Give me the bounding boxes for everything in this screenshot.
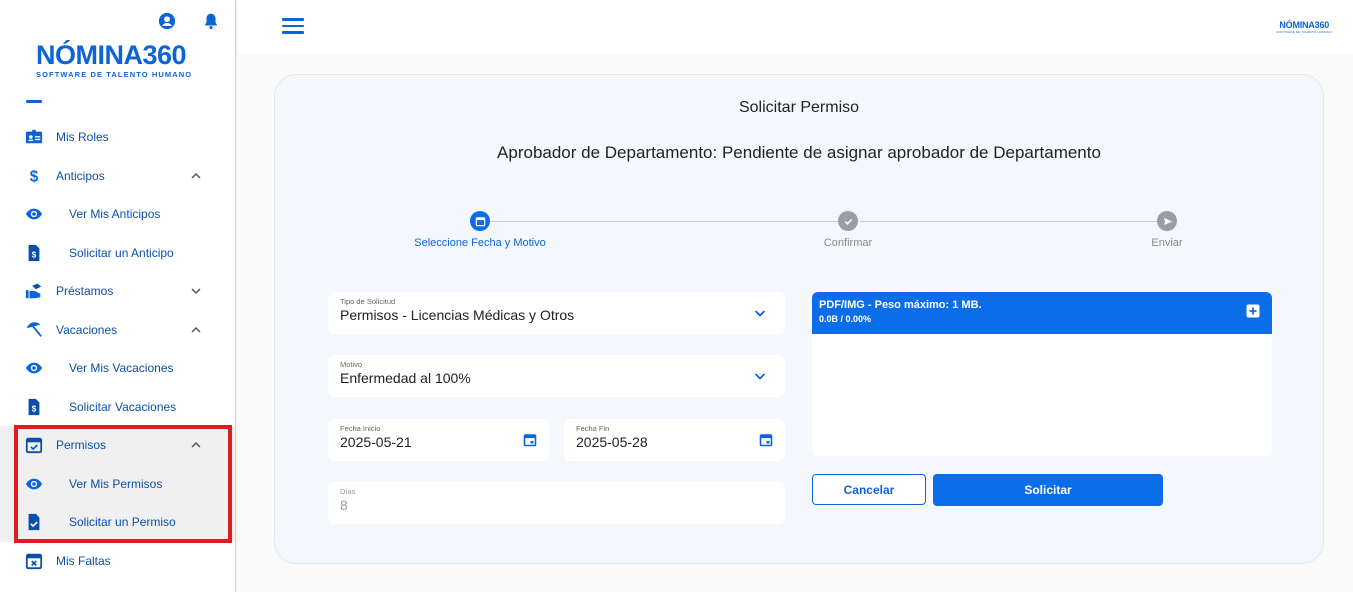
eye-icon bbox=[25, 359, 43, 377]
motivo-label: Motivo bbox=[340, 360, 363, 369]
step-1-calendar-icon[interactable] bbox=[470, 211, 490, 231]
sidebar-item-label: Ver Mis Anticipos bbox=[69, 207, 161, 222]
step-connector bbox=[860, 221, 1160, 222]
motivo-select[interactable]: Motivo Enfermedad al 100% bbox=[328, 355, 785, 397]
svg-text:$: $ bbox=[30, 168, 39, 185]
eye-icon bbox=[25, 475, 43, 493]
sidebar-item-mis-roles[interactable]: Mis Roles bbox=[0, 118, 235, 157]
fecha-fin-field[interactable]: Fecha Fin 2025-05-28 bbox=[564, 419, 785, 461]
logo-main-text: NÓMINA360 bbox=[36, 40, 187, 70]
brand-logo: NÓMINA360 SOFTWARE DE TALENTO HUMANO bbox=[36, 40, 196, 80]
fecha-inicio-value: 2025-05-21 bbox=[340, 434, 412, 450]
sidebar-top-icons bbox=[158, 12, 220, 30]
sidebar-item-label: Mis Roles bbox=[56, 130, 109, 145]
app: NÓMINA360 SOFTWARE DE TALENTO HUMANO Mis… bbox=[0, 0, 1353, 592]
sidebar-item-solicitar-vacaciones[interactable]: $ Solicitar Vacaciones bbox=[0, 388, 235, 427]
approver-subtitle: Aprobador de Departamento: Pendiente de … bbox=[497, 143, 1101, 162]
step-3-label: Enviar bbox=[1151, 237, 1183, 249]
sidebar-item-label: Solicitar un Permiso bbox=[69, 515, 176, 530]
sidebar-item-solicitar-permiso[interactable]: Solicitar un Permiso bbox=[0, 503, 235, 542]
sidebar-item-ver-mis-anticipos[interactable]: Ver Mis Anticipos bbox=[0, 195, 235, 234]
sidebar-item-prestamos[interactable]: Préstamos bbox=[0, 272, 235, 311]
dias-field: Días 8 bbox=[328, 482, 785, 524]
calendar-icon[interactable] bbox=[759, 433, 773, 447]
sidebar-item-label: Ver Mis Permisos bbox=[69, 476, 163, 491]
sidebar-item-label: Solicitar un Anticipo bbox=[69, 245, 174, 260]
page-title: Solicitar Permiso bbox=[738, 99, 860, 116]
bell-icon[interactable] bbox=[202, 12, 220, 30]
sidebar-item-label: Solicitar Vacaciones bbox=[69, 399, 177, 414]
stepper: Seleccione Fecha y Motivo Confirmar Envi… bbox=[275, 211, 1323, 261]
svg-text:$: $ bbox=[32, 404, 37, 413]
sidebar: NÓMINA360 SOFTWARE DE TALENTO HUMANO Mis… bbox=[0, 0, 236, 592]
sidebar-item-label: Préstamos bbox=[56, 284, 114, 299]
file-upload-panel[interactable]: PDF/IMG - Peso máximo: 1 MB. 0.0B / 0.00… bbox=[812, 292, 1272, 456]
chevron-up-icon[interactable] bbox=[190, 439, 202, 451]
chevron-down-icon[interactable] bbox=[753, 306, 767, 320]
sidebar-item-label: Mis Faltas bbox=[56, 553, 111, 568]
beach-umbrella-icon bbox=[25, 321, 43, 339]
document-dollar-icon: $ bbox=[25, 244, 43, 262]
chevron-down-icon[interactable] bbox=[190, 285, 202, 297]
chevron-down-icon[interactable] bbox=[753, 369, 767, 383]
upload-progress: 0.0B / 0.00% bbox=[819, 314, 872, 324]
tipo-solicitud-value: Permisos - Licencias Médicas y Otros bbox=[340, 307, 575, 323]
sidebar-item-label: Permisos bbox=[56, 438, 107, 453]
user-account-icon[interactable] bbox=[158, 12, 176, 30]
calendar-check-icon bbox=[25, 436, 43, 454]
fecha-inicio-field[interactable]: Fecha Inicio 2025-05-21 bbox=[328, 419, 549, 461]
upload-title: PDF/IMG - Peso máximo: 1 MB. bbox=[819, 299, 982, 311]
sidebar-item-ver-mis-vacaciones[interactable]: Ver Mis Vacaciones bbox=[0, 349, 235, 388]
sidebar-item-partial[interactable] bbox=[0, 98, 235, 118]
mini-logo-text: NÓMINA360 bbox=[1279, 20, 1330, 30]
dias-label: Días bbox=[340, 487, 356, 496]
sidebar-item-solicitar-anticipo[interactable]: $ Solicitar un Anticipo bbox=[0, 234, 235, 273]
step-connector bbox=[490, 221, 840, 222]
step-3-send-icon[interactable] bbox=[1157, 211, 1177, 231]
cancel-button[interactable]: Cancelar bbox=[812, 474, 926, 505]
mini-brand-logo: NÓMINA360 SOFTWARE DE TALENTO HUMANO bbox=[1276, 20, 1332, 34]
mini-logo-sub-text: SOFTWARE DE TALENTO HUMANO bbox=[1276, 30, 1332, 34]
sidebar-item-label: Ver Mis Vacaciones bbox=[69, 361, 174, 376]
eye-icon bbox=[25, 205, 43, 223]
id-card-icon bbox=[25, 128, 43, 146]
sidebar-item-ver-mis-permisos[interactable]: Ver Mis Permisos bbox=[0, 464, 235, 503]
tipo-solicitud-label: Tipo de Solicitud bbox=[340, 297, 396, 306]
chevron-up-icon[interactable] bbox=[190, 170, 202, 182]
dias-value: 8 bbox=[340, 497, 348, 513]
submit-button[interactable]: Solicitar bbox=[933, 474, 1163, 506]
fecha-fin-value: 2025-05-28 bbox=[576, 434, 648, 450]
step-2-check-icon[interactable] bbox=[838, 211, 858, 231]
svg-text:$: $ bbox=[32, 250, 37, 259]
request-card: Solicitar Permiso Aprobador de Departame… bbox=[274, 74, 1324, 564]
document-check-icon bbox=[25, 513, 43, 531]
sidebar-menu: Mis Roles $ Anticipos Ver Mis Anticipos bbox=[0, 98, 235, 581]
menu-icon[interactable] bbox=[282, 18, 304, 34]
calendar-x-icon bbox=[25, 552, 43, 570]
sidebar-item-permisos[interactable]: Permisos bbox=[0, 426, 235, 465]
logo-sub-text: SOFTWARE DE TALENTO HUMANO bbox=[36, 70, 193, 79]
sidebar-item-label: Anticipos bbox=[56, 168, 105, 183]
document-dollar-icon: $ bbox=[25, 398, 43, 416]
motivo-value: Enfermedad al 100% bbox=[340, 370, 471, 386]
step-2-label: Confirmar bbox=[823, 237, 873, 249]
sidebar-item-label: Vacaciones bbox=[56, 322, 118, 337]
step-1-label: Seleccione Fecha y Motivo bbox=[414, 237, 546, 249]
sidebar-item-anticipos[interactable]: $ Anticipos bbox=[0, 157, 235, 196]
chevron-up-icon[interactable] bbox=[190, 324, 202, 336]
add-file-icon[interactable] bbox=[1246, 304, 1260, 318]
top-bar: NÓMINA360 SOFTWARE DE TALENTO HUMANO bbox=[237, 0, 1353, 54]
dollar-icon: $ bbox=[25, 167, 43, 185]
sidebar-item-mis-faltas[interactable]: Mis Faltas bbox=[0, 542, 235, 581]
main-content: Solicitar Permiso Aprobador de Departame… bbox=[237, 54, 1353, 592]
calendar-icon[interactable] bbox=[523, 433, 537, 447]
tipo-solicitud-select[interactable]: Tipo de Solicitud Permisos - Licencias M… bbox=[328, 292, 785, 334]
sidebar-item-vacaciones[interactable]: Vacaciones bbox=[0, 311, 235, 350]
fecha-inicio-label: Fecha Inicio bbox=[340, 424, 381, 433]
upload-header: PDF/IMG - Peso máximo: 1 MB. 0.0B / 0.00… bbox=[812, 292, 1272, 334]
hand-money-icon bbox=[25, 282, 43, 300]
fecha-fin-label: Fecha Fin bbox=[576, 424, 610, 433]
